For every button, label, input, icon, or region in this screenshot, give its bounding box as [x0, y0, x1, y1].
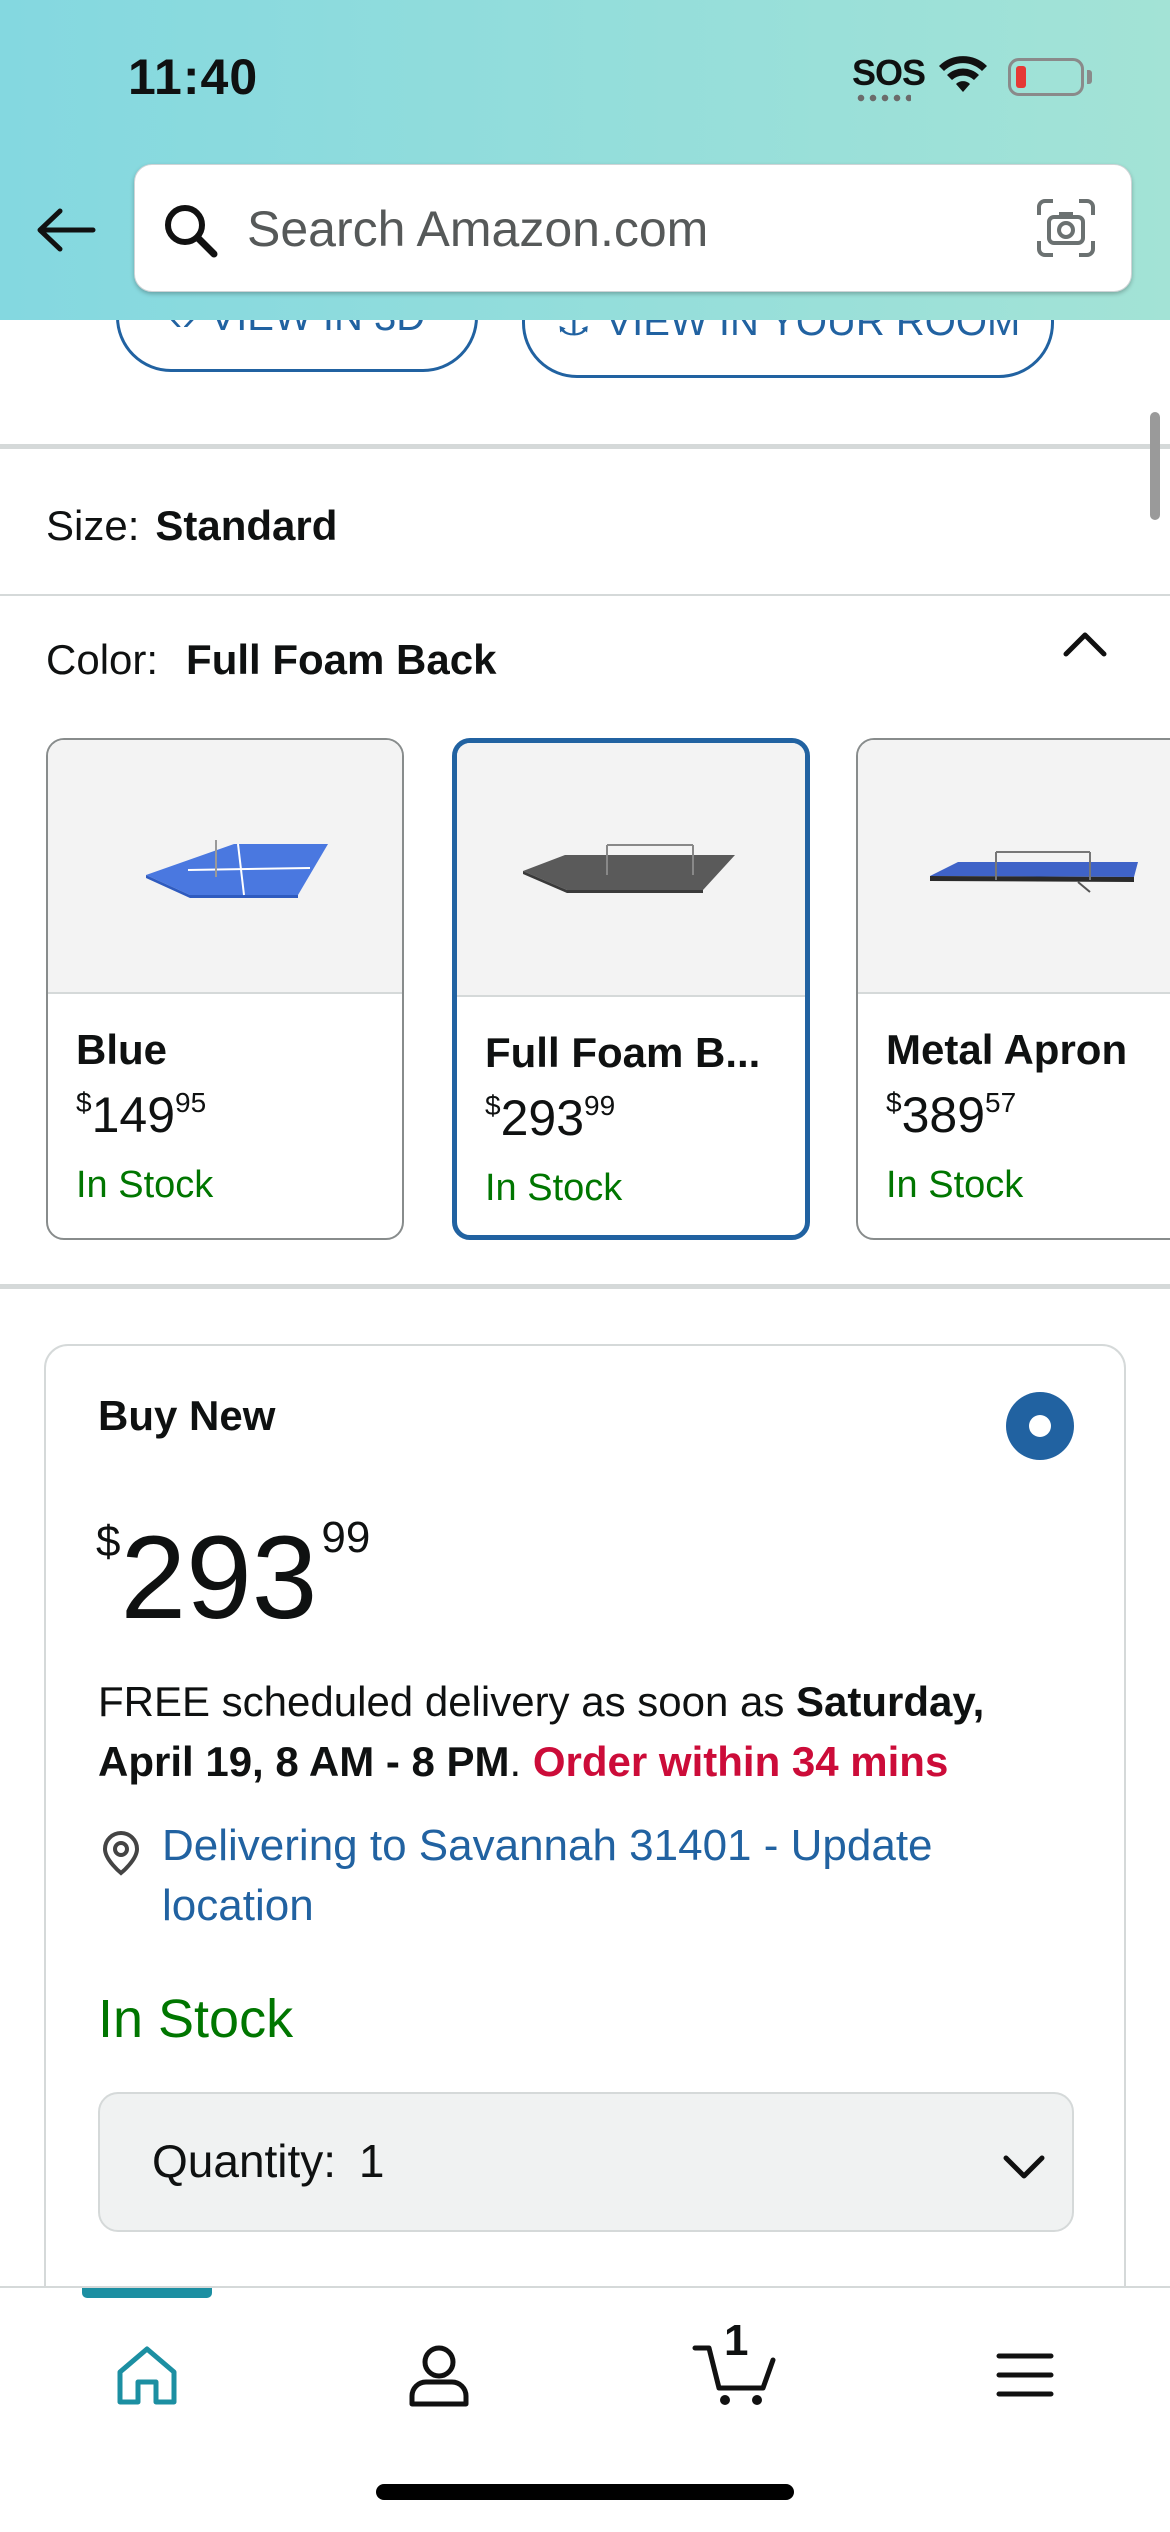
buy-price-dollars: 293 [120, 1512, 318, 1644]
option-price-cents: 57 [985, 1087, 1017, 1118]
delivery-info: FREE scheduled delivery as soon as Satur… [98, 1672, 1088, 1792]
buy-new-title: Buy New [98, 1392, 276, 1439]
nav-account[interactable] [394, 2330, 484, 2420]
product-image [858, 740, 1170, 994]
option-price-dollars: 149 [91, 1087, 176, 1143]
option-stock: In Stock [886, 1164, 1024, 1206]
chevron-down-icon [1003, 2155, 1045, 2179]
option-name: Full Foam B... [485, 1029, 761, 1076]
section-divider [0, 594, 1170, 596]
option-stock: In Stock [485, 1167, 623, 1209]
option-price-cents: 95 [175, 1087, 207, 1118]
chevron-up-icon[interactable] [1060, 620, 1110, 670]
quantity-select[interactable]: Quantity: 1 [98, 2092, 1074, 2232]
option-price-currency: $ [76, 1087, 92, 1118]
product-image [48, 740, 402, 994]
color-value: Full Foam Back [186, 636, 497, 683]
header-overlay: 11:40 SOS [0, 0, 1170, 320]
nav-home[interactable] [102, 2330, 192, 2420]
buy-price: $29399 [96, 1513, 371, 1638]
active-tab-indicator [82, 2288, 212, 2298]
size-label: Size: [46, 502, 140, 549]
color-option-full-foam-back[interactable]: Full Foam B... $29399 In Stock [452, 738, 810, 1240]
location-pin-icon [102, 1830, 140, 1876]
option-name: Blue [76, 1026, 168, 1073]
delivery-prefix: FREE scheduled delivery as soon as [98, 1678, 797, 1725]
home-icon [117, 2346, 177, 2405]
search-input[interactable] [247, 189, 947, 269]
section-divider [0, 1284, 1170, 1289]
status-time-display: 11:40 [128, 49, 259, 105]
delivery-suffix: . [509, 1738, 533, 1785]
size-value: Standard [155, 502, 338, 549]
nav-menu[interactable] [980, 2330, 1070, 2420]
menu-icon [996, 2353, 1054, 2397]
quantity-label: Quantity: [152, 2135, 337, 2187]
wifi-icon [939, 56, 987, 92]
option-price-currency: $ [886, 1087, 902, 1118]
color-option-metal-apron[interactable]: Metal Apron $38957 In Stock [856, 738, 1170, 1240]
stock-status: In Stock [98, 1989, 294, 2049]
option-price: $29399 [485, 1089, 615, 1147]
option-name: Metal Apron [886, 1026, 1128, 1073]
option-price: $38957 [886, 1086, 1016, 1144]
product-image [457, 743, 805, 997]
buy-new-radio[interactable] [1006, 1392, 1074, 1460]
color-row[interactable]: Color: Full Foam Back [46, 636, 496, 684]
account-icon [409, 2345, 469, 2407]
quantity-text: Quantity: 1 [152, 2134, 384, 2188]
color-label: Color: [46, 636, 159, 683]
buy-price-currency: $ [96, 1517, 121, 1566]
option-price-cents: 99 [584, 1090, 616, 1121]
quantity-value: 1 [358, 2135, 385, 2187]
arrow-left-icon [37, 208, 96, 252]
section-divider [0, 444, 1170, 449]
search-icon [165, 205, 218, 258]
delivery-location-link[interactable]: Delivering to Savannah 31401 - Update lo… [162, 1816, 1062, 1936]
battery-tip [1087, 70, 1092, 84]
camera-scan-icon[interactable] [1035, 197, 1097, 259]
home-indicator [376, 2484, 794, 2500]
buy-price-cents: 99 [321, 1513, 371, 1562]
option-price-currency: $ [485, 1090, 501, 1121]
option-price-dollars: 389 [901, 1087, 986, 1143]
option-price: $14995 [76, 1086, 206, 1144]
search-bar[interactable] [134, 164, 1132, 292]
sos-label: SOS [852, 52, 926, 93]
size-row[interactable]: Size: Standard [46, 502, 337, 550]
scrollbar[interactable] [1150, 412, 1160, 520]
battery-icon [1008, 58, 1084, 96]
option-stock: In Stock [76, 1164, 214, 1206]
option-price-dollars: 293 [500, 1090, 585, 1146]
back-button[interactable] [34, 198, 98, 262]
cart-count-badge: 1 [724, 2316, 749, 2365]
order-within: Order within 34 mins [532, 1738, 949, 1785]
color-option-blue[interactable]: Blue $14995 In Stock [46, 738, 404, 1240]
signal-dots-icon [855, 94, 911, 102]
